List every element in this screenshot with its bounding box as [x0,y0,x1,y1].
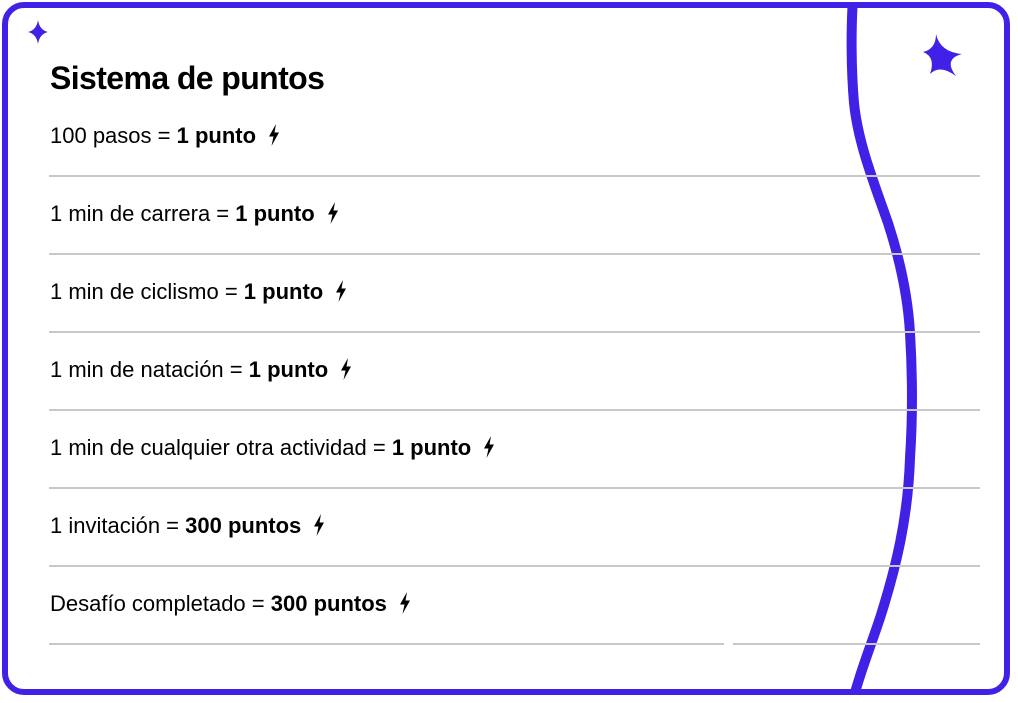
points-value: 300 puntos [270,591,387,616]
page-title: Sistema de puntos [50,60,325,96]
activity-label: 100 pasos = [50,123,177,148]
points-row-cycling: 1 min de ciclismo = 1 punto [50,277,981,307]
points-value: 300 puntos [185,513,302,538]
lightning-bolt-icon [269,124,280,146]
row-divider [49,643,724,645]
lightning-bolt-icon [484,436,495,458]
lightning-bolt-icon [327,202,338,224]
points-value: 1 punto [176,123,257,148]
points-row-swimming: 1 min de natación = 1 punto [50,355,981,385]
lightning-bolt-icon [314,514,325,536]
row-divider [49,175,980,177]
points-row-challenge: Desafío completado = 300 puntos [50,589,981,619]
points-row-other-activity: 1 min de cualquier otra actividad = 1 pu… [50,433,981,463]
lightning-bolt-icon [341,358,352,380]
activity-label: 1 min de carrera = [50,201,236,226]
activity-label: 1 invitación = [50,513,186,538]
points-value: 1 punto [243,279,324,304]
points-row-steps: 100 pasos = 1 punto [50,121,981,151]
points-system-card: Sistema de puntos 100 pasos = 1 punto 1 … [2,2,1010,695]
points-value: 1 punto [235,201,315,226]
points-value: 1 punto [391,435,472,460]
activity-label: 1 min de natación = [50,357,249,382]
points-row-invitation: 1 invitación = 300 puntos [50,511,981,541]
row-divider [49,487,980,489]
sparkle-icon [923,34,962,76]
row-divider [733,643,980,645]
activity-label: 1 min de ciclismo = [50,279,244,304]
activity-label: 1 min de cualquier otra actividad = [50,435,392,460]
row-divider [49,253,980,255]
row-divider [49,565,980,567]
lightning-bolt-icon [400,592,411,614]
sparkle-icon [28,20,48,44]
lightning-bolt-icon [336,280,347,302]
row-divider [49,331,980,333]
points-row-running: 1 min de carrera = 1 punto [50,199,981,229]
row-divider [49,409,980,411]
points-value: 1 punto [248,357,329,382]
activity-label: Desafío completado = [50,591,271,616]
